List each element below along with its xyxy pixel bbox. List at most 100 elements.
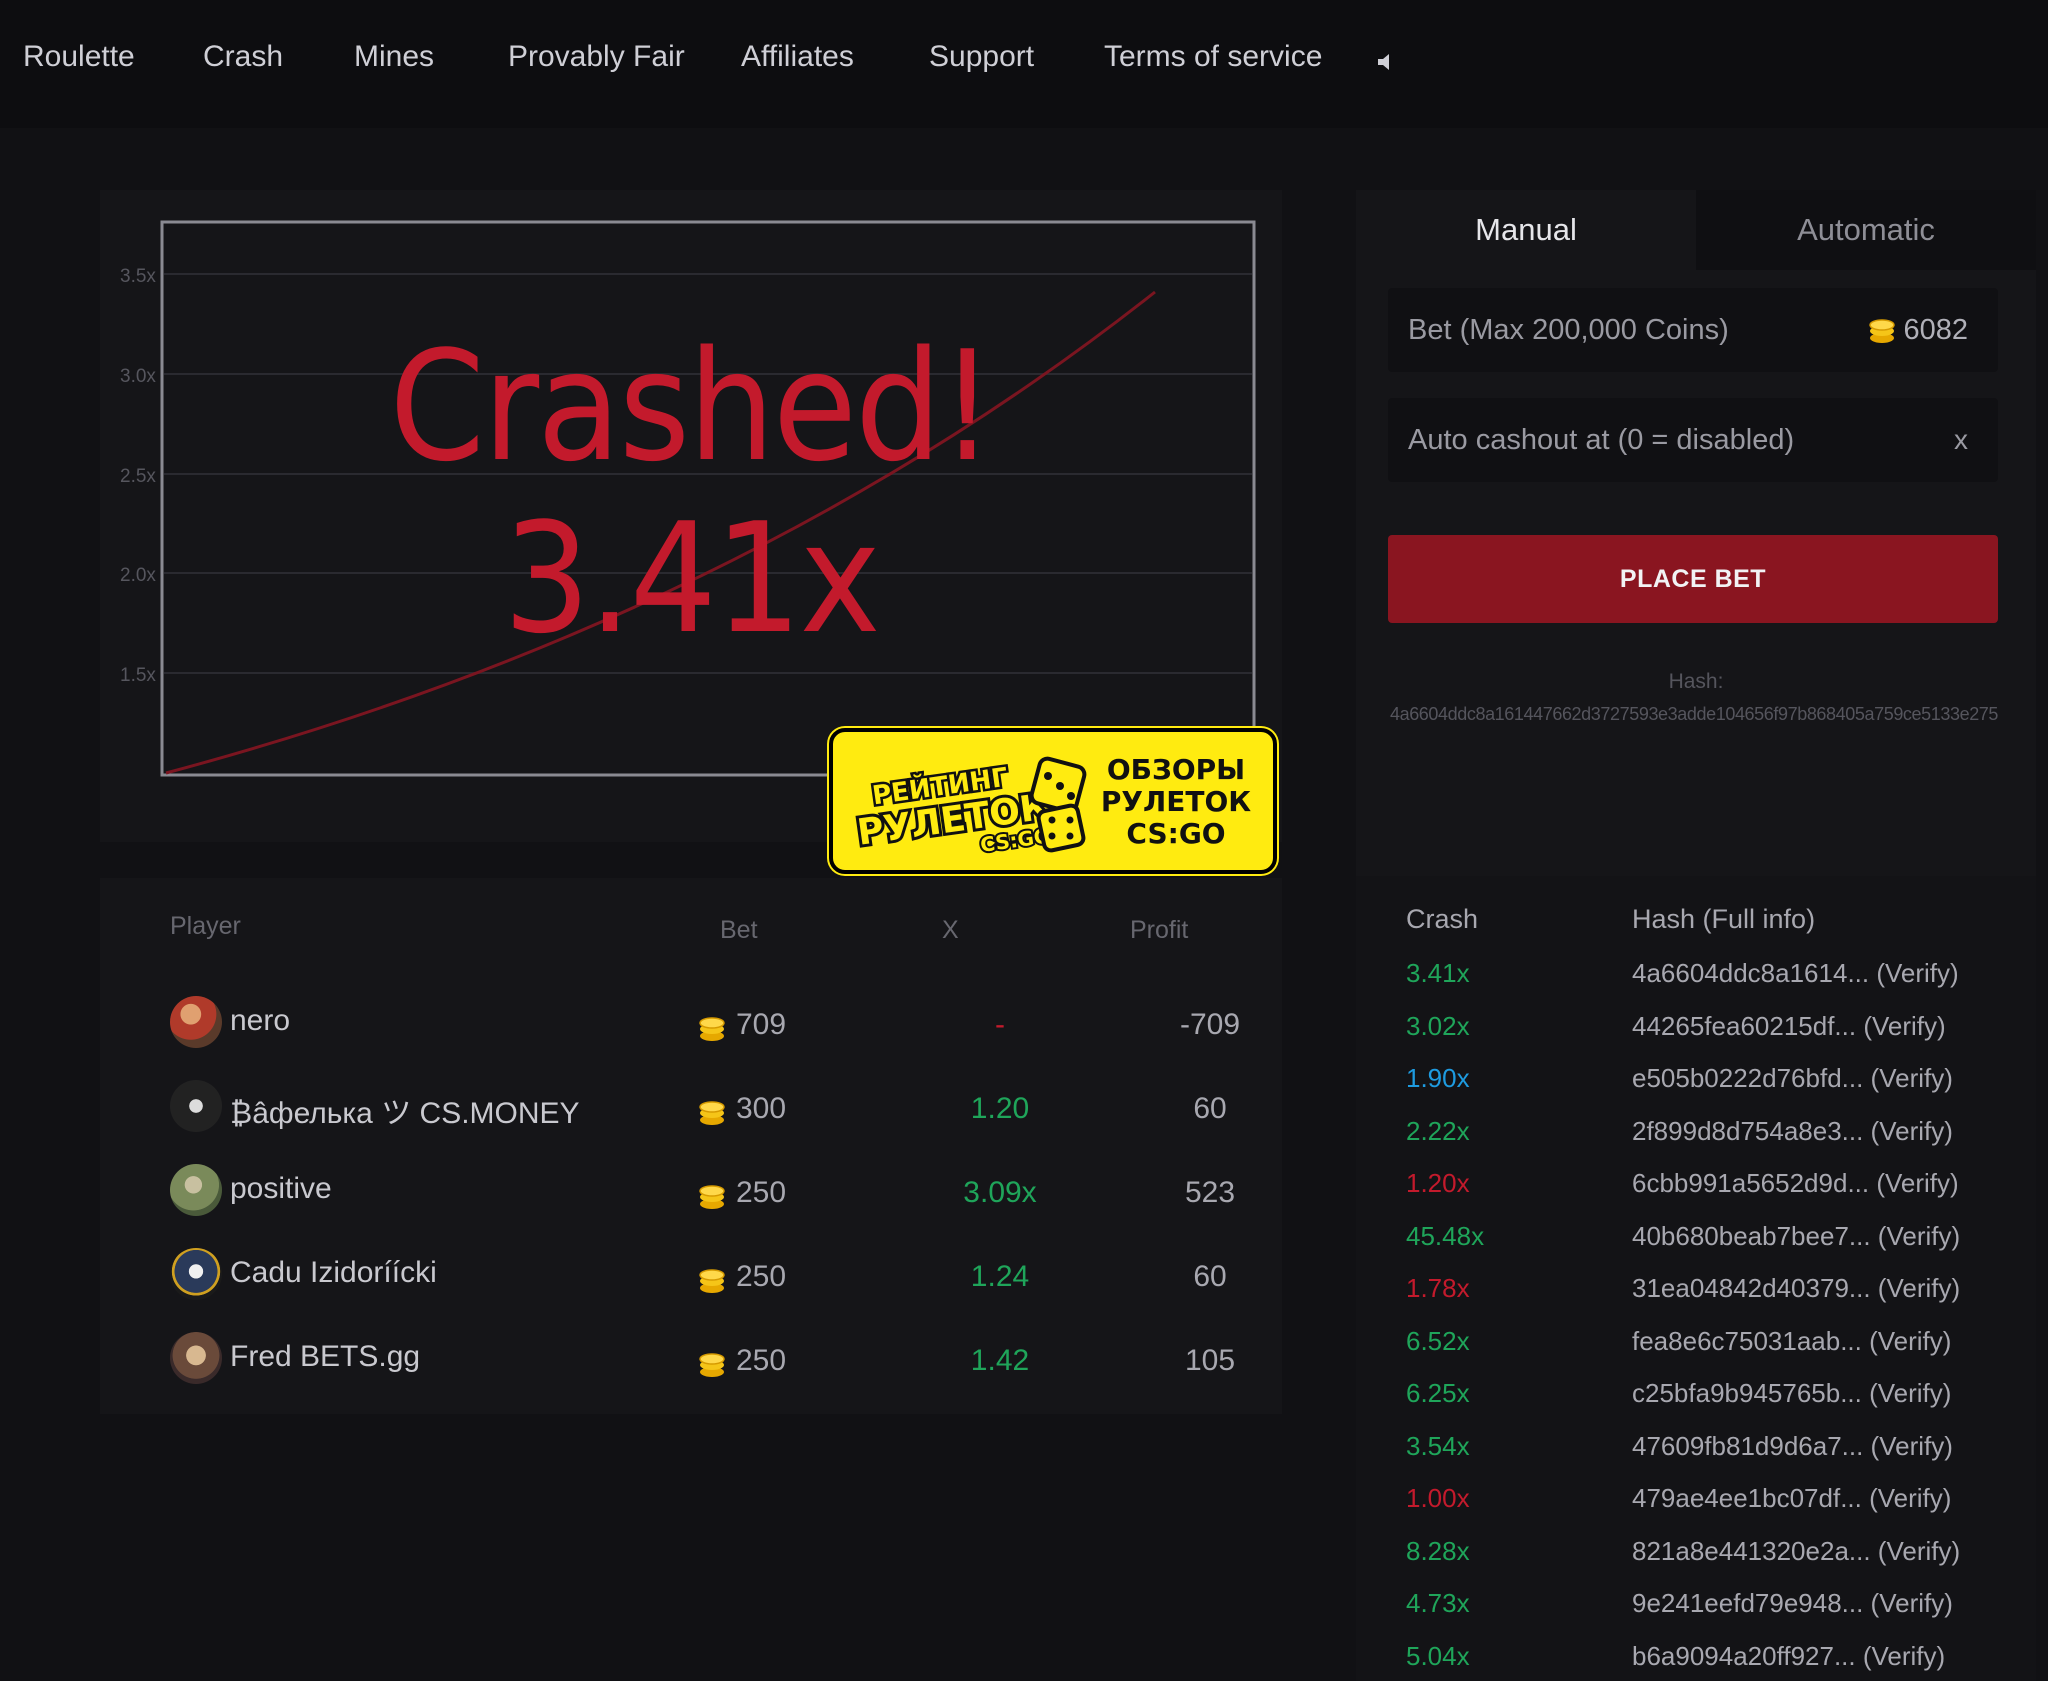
roulette-rating-logo: РЕЙТИНГ РУЛЕТОК CS:GO ОБЗОРЫ РУЛЕТОК CS:… [829,728,1277,874]
nav-affiliates[interactable]: Affiliates [741,40,854,74]
history-crash-value: 6.52x [1406,1325,1470,1356]
coins-icon [699,1185,725,1209]
player-name: nero [230,1004,291,1037]
player-profit: 523 [1184,1176,1236,1209]
player-name: Fred BETS.gg [230,1340,421,1373]
bet-amount-value: 6082 [1903,314,1968,346]
history-row: 5.04x b6a9094a20ff927... (Verify) [1356,1641,2036,1681]
logo-right-line3: CS:GO [1126,817,1226,850]
bet-amount-label: Bet (Max 200,000 Coins) [1408,314,1729,346]
crashed-title: Crashed! [389,318,994,495]
history-row: 6.25x c25bfa9b945765b... (Verify) [1356,1378,2036,1430]
history-hash-verify-link[interactable]: 821a8e441320e2a... (Verify) [1632,1536,1960,1567]
history-hash-verify-link[interactable]: fea8e6c75031aab... (Verify) [1632,1326,1951,1357]
place-bet-button[interactable]: PLACE BET [1388,535,1998,623]
players-table: Player Bet X Profit nero 709 - -709 ₿âфе… [100,878,1282,1414]
crash-multiplier: 3.41x [503,490,880,667]
nav-mines[interactable]: Mines [354,40,434,74]
logo-right-text: ОБЗОРЫ РУЛЕТОК CS:GO [1091,754,1261,850]
player-bet: 250 [736,1176,787,1209]
avatar [170,1248,222,1300]
coins-icon [1869,319,1895,343]
history-row: 3.41x 4a6604ddc8a1614... (Verify) [1356,958,2036,1010]
coins-icon [699,1353,725,1377]
header-player: Player [170,912,241,940]
history-crash-value: 1.78x [1406,1273,1470,1303]
header-x: X [942,916,959,944]
player-profit: 105 [1184,1344,1236,1377]
auto-cashout-suffix: x [1954,424,1968,455]
history-crash-value: 1.00x [1406,1483,1470,1513]
history-row: 1.00x 479ae4ee1bc07df... (Verify) [1356,1483,2036,1535]
player-bet: 250 [736,1344,787,1377]
history-hash-verify-link[interactable]: 2f899d8d754a8e3... (Verify) [1632,1116,1953,1147]
history-hash-verify-link[interactable]: 9e241eefd79e948... (Verify) [1632,1588,1953,1619]
nav-crash[interactable]: Crash [203,40,283,74]
history-hash-verify-link[interactable]: 6cbb991a5652d9d... (Verify) [1632,1168,1959,1199]
player-multiplier: - [995,1008,1005,1041]
logo-right-line1: ОБЗОРЫ [1106,753,1246,786]
speaker-icon[interactable] [1376,52,1394,72]
hash-value: 4a6604ddc8a161447662d3727593e3adde104656… [1389,704,1999,724]
player-row: Fred BETS.gg 250 1.42 105 [100,1320,1282,1404]
avatar [170,1164,222,1216]
history-crash-value: 5.04x [1406,1640,1470,1671]
history-hash-verify-link[interactable]: c25bfa9b945765b... (Verify) [1632,1378,1951,1409]
history-hash-verify-link[interactable]: 44265fea60215df... (Verify) [1632,1011,1946,1042]
history-hash-verify-link[interactable]: 40b680beab7bee7... (Verify) [1632,1221,1960,1252]
history-hash-verify-link[interactable]: 47609fb81d9d6a7... (Verify) [1632,1431,1953,1462]
tab-automatic[interactable]: Automatic [1696,190,2036,270]
header-profit: Profit [1130,916,1189,944]
history-header-crash: Crash [1406,904,1479,934]
player-row: positive 250 3.09x 523 [100,1152,1282,1236]
history-crash-value: 8.28x [1406,1535,1470,1566]
tab-manual[interactable]: Manual [1356,190,1696,270]
y-tick-3.5: 3.5x [120,266,156,287]
nav-support[interactable]: Support [929,40,1034,74]
player-multiplier: 1.20 [970,1092,1030,1125]
avatar [170,996,222,1048]
player-row: ₿âфелька ツ CS.MONEY 300 1.20 60 [100,1068,1282,1152]
history-hash-verify-link[interactable]: 4a6604ddc8a1614... (Verify) [1632,958,1959,989]
auto-cashout-label: Auto cashout at (0 = disabled) [1408,424,1795,456]
history-hash-verify-link[interactable]: 479ae4ee1bc07df... (Verify) [1632,1483,1951,1514]
top-navigation: Roulette Crash Mines Provably Fair Affil… [0,0,2048,128]
player-multiplier: 1.42 [970,1344,1030,1377]
player-bet: 300 [736,1092,787,1125]
player-name: Cadu Izidoríícki [230,1256,437,1289]
history-hash-verify-link[interactable]: 31ea04842d40379... (Verify) [1632,1273,1960,1304]
coins-icon [699,1269,725,1293]
coins-icon [699,1017,725,1041]
history-hash-verify-link[interactable]: b6a9094a20ff927... (Verify) [1632,1641,1945,1672]
history-row: 2.22x 2f899d8d754a8e3... (Verify) [1356,1116,2036,1168]
player-bet: 250 [736,1260,787,1293]
history-crash-value: 1.20x [1406,1168,1470,1198]
history-header-hash: Hash (Full info) [1632,904,1816,934]
nav-roulette[interactable]: Roulette [23,40,135,74]
history-crash-value: 3.41x [1406,958,1470,988]
history-crash-value: 4.73x [1406,1588,1470,1618]
nav-terms-of-service[interactable]: Terms of service [1104,40,1322,74]
history-hash-verify-link[interactable]: e505b0222d76bfd... (Verify) [1632,1063,1953,1094]
history-row: 1.20x 6cbb991a5652d9d... (Verify) [1356,1168,2036,1220]
history-row: 6.52x fea8e6c75031aab... (Verify) [1356,1326,2036,1378]
coins-icon [699,1101,725,1125]
auto-cashout-field[interactable]: Auto cashout at (0 = disabled) x [1388,398,1998,482]
history-crash-value: 3.54x [1406,1430,1470,1461]
history-row: 1.78x 31ea04842d40379... (Verify) [1356,1273,2036,1325]
history-row: 1.90x e505b0222d76bfd... (Verify) [1356,1063,2036,1115]
history-crash-value: 3.02x [1406,1010,1470,1041]
bet-amount-field[interactable]: Bet (Max 200,000 Coins) 6082 [1388,288,1998,372]
player-name: positive [230,1172,332,1205]
player-profit: 60 [1193,1092,1227,1125]
nav-provably-fair[interactable]: Provably Fair [508,40,685,74]
history-crash-value: 45.48x [1406,1220,1485,1251]
history-crash-value: 6.25x [1406,1378,1470,1408]
header-bet: Bet [720,916,758,944]
player-bet: 709 [736,1008,787,1041]
y-tick-1.5: 1.5x [120,665,156,686]
player-name: ₿âфелька ツ CS.MONEY [230,1097,580,1130]
player-multiplier: 1.24 [970,1260,1030,1293]
avatar [170,1332,222,1384]
bet-panel: Manual Automatic Bet (Max 200,000 Coins)… [1356,190,2036,878]
